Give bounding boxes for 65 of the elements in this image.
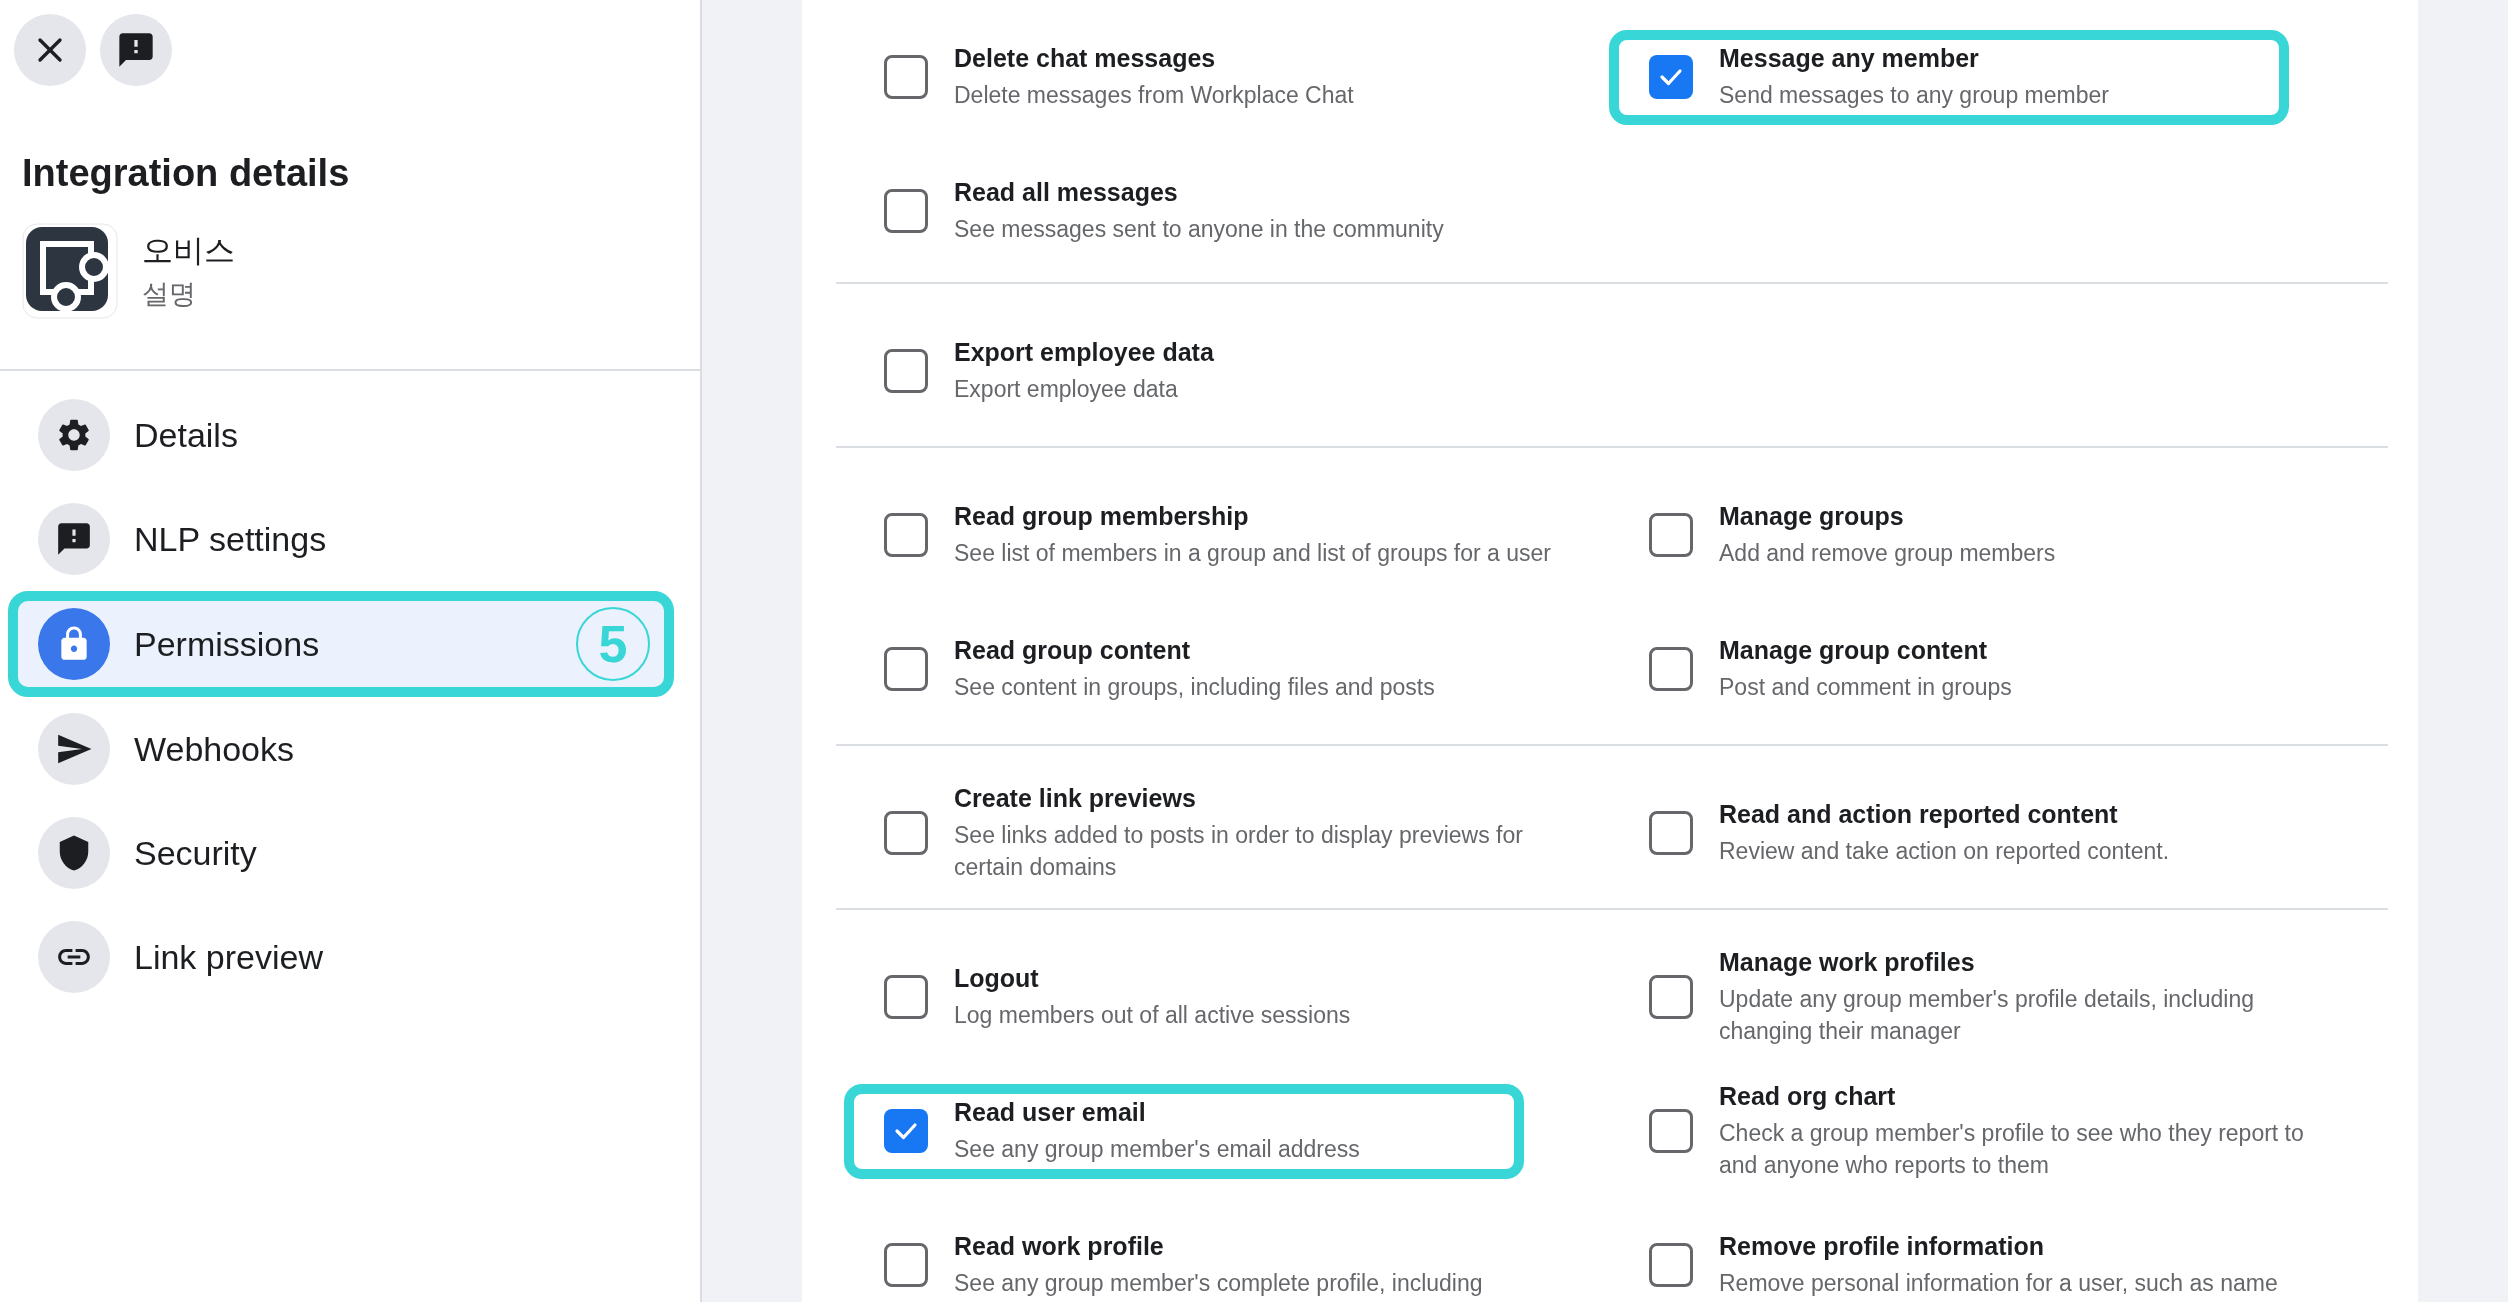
checkbox[interactable] [884, 349, 928, 393]
permission-title: Read group membership [954, 501, 1250, 531]
permission-description: Send messages to any group member [1719, 80, 2109, 110]
permission-title: Create link previews [954, 783, 1197, 813]
checkbox[interactable] [1649, 811, 1693, 855]
permission-description: Remove personal information for a user, such as name [1719, 1268, 2278, 1298]
permission-description: Log members out of all active sessions [954, 1000, 1351, 1030]
nav-item[interactable]: Details [8, 383, 674, 487]
permission-title: Read group content [954, 635, 1192, 665]
app-name: 오비스 [142, 232, 235, 270]
nav-label: NLP settings [134, 519, 327, 559]
checkbox[interactable] [884, 1109, 928, 1153]
nav-label: Link preview [134, 937, 323, 977]
permission-description: See list of members in a group and list of groups for a user [954, 538, 1552, 568]
permission-title: Export employee data [954, 337, 1214, 367]
checkbox[interactable] [884, 513, 928, 557]
permission-title: Remove profile information [1719, 1231, 2046, 1261]
checkbox[interactable] [884, 975, 928, 1019]
permission-title: Read work profile [954, 1231, 1165, 1261]
permission-title: Read and action reported content [1719, 799, 2119, 829]
permission-title: Manage groups [1719, 501, 1905, 531]
checkbox[interactable] [1649, 647, 1693, 691]
checkbox[interactable] [1649, 975, 1693, 1019]
permission-title: Read user email [954, 1097, 1147, 1127]
checkbox[interactable] [884, 811, 928, 855]
permission-title: Manage work profiles [1719, 947, 1976, 977]
step-number: 5 [576, 607, 650, 681]
permission-title: Manage group content [1719, 635, 1989, 665]
nav-label: Security [134, 833, 257, 873]
permission-description: See links added to posts in order to display previews for certain domains [954, 820, 1524, 882]
permission-description: See messages sent to anyone in the community [954, 214, 1444, 244]
permission-description: See any group member's email address [954, 1134, 1360, 1164]
permission-description: See content in groups, including files and posts [954, 672, 1435, 702]
permission-description: Delete messages from Workplace Chat [954, 80, 1354, 110]
permission-title: Delete chat messages [954, 43, 1217, 73]
permission-description: Add and remove group members [1719, 538, 2056, 568]
checkbox[interactable] [1649, 55, 1693, 99]
checkbox[interactable] [884, 1243, 928, 1287]
app-logo-icon [22, 223, 118, 319]
checkbox[interactable] [884, 647, 928, 691]
checkbox[interactable] [884, 189, 928, 233]
nav-label: Details [134, 415, 238, 455]
nav-label: Permissions [134, 624, 320, 664]
permission-title: Read all messages [954, 177, 1179, 207]
permission-description: Export employee data [954, 374, 1179, 404]
permission-description: See any group member's complete profile, including [954, 1268, 1483, 1298]
app-description: 설명 [142, 278, 197, 311]
nav-label: Webhooks [134, 729, 295, 769]
nav-item[interactable]: Link preview [8, 905, 674, 1009]
checkbox[interactable] [1649, 513, 1693, 557]
permission-title: Logout [954, 963, 1040, 993]
checkbox[interactable] [1649, 1243, 1693, 1287]
permission-title: Read org chart [1719, 1081, 1897, 1111]
nav-item[interactable]: NLP settings [8, 487, 674, 591]
checkbox[interactable] [1649, 1109, 1693, 1153]
checkbox[interactable] [884, 55, 928, 99]
permission-description: Update any group member's profile details, including changing their manager [1719, 984, 2255, 1046]
nav-item[interactable]: Webhooks [8, 697, 674, 801]
page-title: Integration details [22, 152, 351, 195]
nav-item[interactable]: Permissions 5 [8, 591, 674, 697]
permission-description: Check a group member's profile to see who they report to and anyone who reports to them [1719, 1118, 2305, 1180]
permission-description: Review and take action on reported content. [1719, 836, 2170, 866]
permission-title: Message any member [1719, 43, 1980, 73]
permission-description: Post and comment in groups [1719, 672, 2012, 702]
nav-item[interactable]: Security [8, 801, 674, 905]
